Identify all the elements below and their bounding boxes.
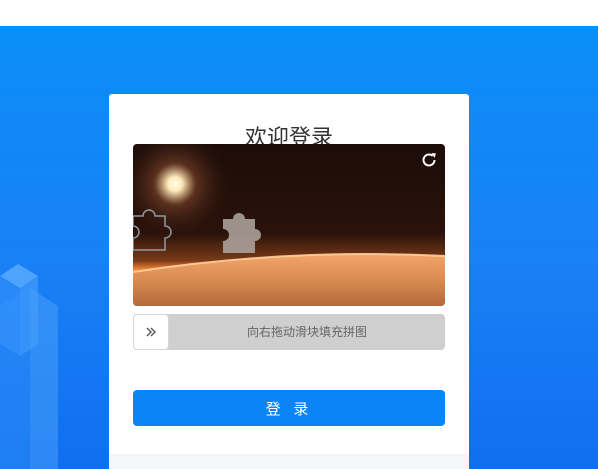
- double-chevron-right-icon: [146, 327, 156, 337]
- captcha-slider-track: 向右拖动滑块填充拼图: [133, 314, 445, 350]
- slider-handle[interactable]: [133, 314, 169, 350]
- top-bar: [0, 0, 598, 26]
- captcha-image: [133, 144, 445, 306]
- captcha-scene: [133, 144, 445, 306]
- decorative-cubes: [0, 264, 58, 469]
- card-footer: [109, 454, 469, 469]
- login-button[interactable]: 登 录: [133, 390, 445, 426]
- login-card: 欢迎登录 向右拖动滑块填充拼图 登 录: [109, 94, 469, 469]
- refresh-icon[interactable]: [419, 150, 439, 170]
- slider-hint: 向右拖动滑块填充拼图: [246, 325, 367, 339]
